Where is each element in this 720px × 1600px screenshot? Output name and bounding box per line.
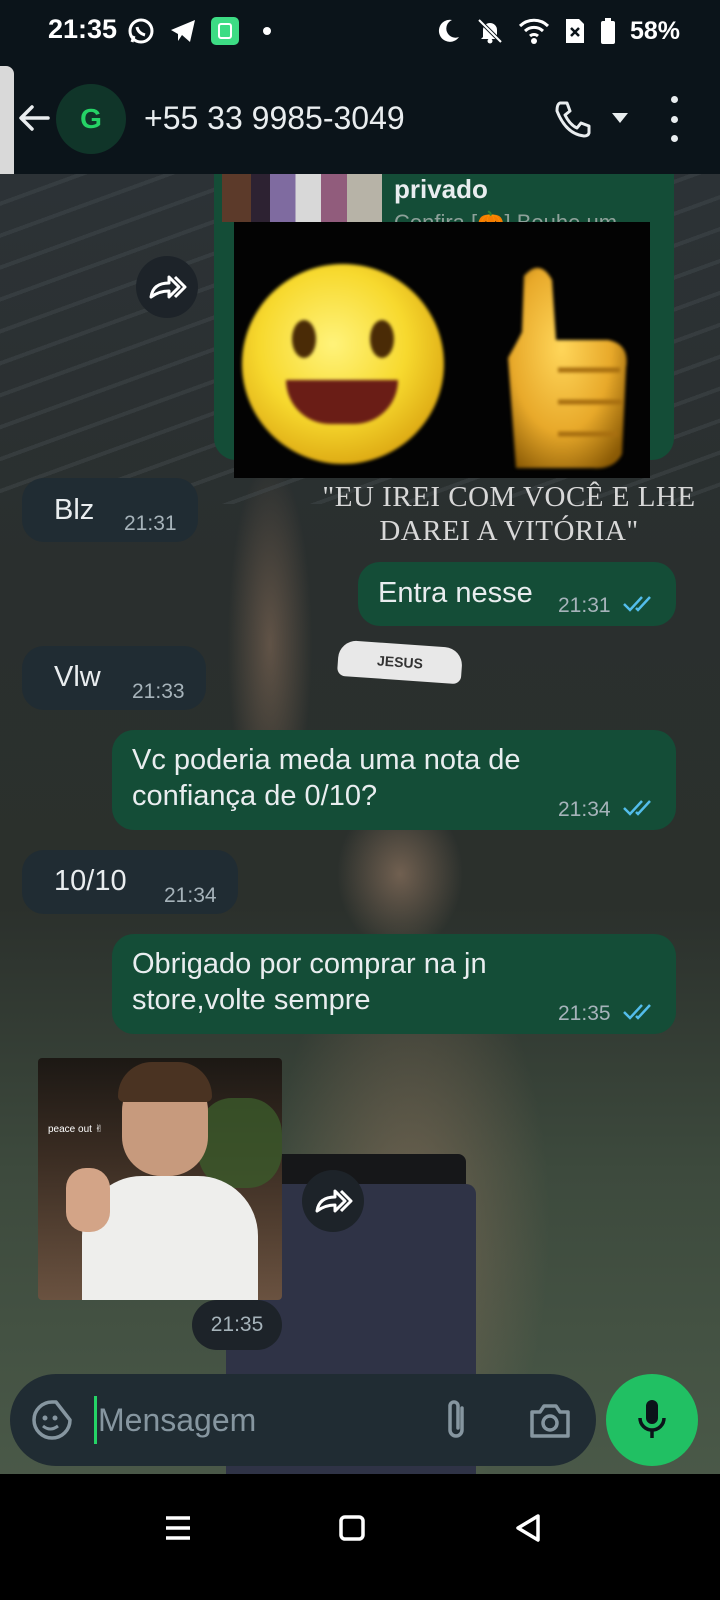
wallpaper-quote: "EU IREI COM VOCÊ E LHE DAREI A VITÓRIA" [298, 480, 720, 548]
smiley-emoji-icon [242, 264, 444, 464]
battery-icon [600, 18, 615, 44]
message-input[interactable] [98, 1388, 418, 1452]
message-text: 10/10 [54, 865, 127, 897]
message-text-line2: confiança de 0/10? [132, 780, 378, 812]
photo-peace-hand [66, 1168, 110, 1232]
microphone-icon [638, 1400, 666, 1438]
link-thumbnail [222, 174, 382, 222]
incoming-message[interactable]: Vlw 21:33 [22, 646, 206, 710]
no-sim-icon [565, 19, 584, 43]
message-time: 21:31 [124, 512, 177, 535]
message-text: Vlw [54, 661, 101, 693]
whatsapp-icon [128, 18, 154, 44]
status-time: 21:35 [48, 14, 118, 44]
sticker-emoji-icon[interactable] [30, 1398, 74, 1442]
message-text-line1: Obrigado por comprar na jn [132, 948, 487, 980]
wallpaper-headband: JESUS [336, 639, 464, 685]
outgoing-message[interactable]: Obrigado por comprar na jn store,volte s… [112, 934, 676, 1034]
message-composer [10, 1374, 596, 1466]
sticker-message[interactable] [234, 222, 650, 478]
moon-icon [438, 19, 459, 42]
message-text: Blz [54, 494, 95, 526]
microphone-button[interactable] [606, 1374, 698, 1466]
recents-icon[interactable] [156, 1506, 200, 1550]
status-bar: 21:35 58% [0, 0, 720, 66]
outgoing-message[interactable]: Entra nesse 21:31 [358, 562, 676, 626]
phone-icon[interactable] [552, 98, 594, 140]
read-receipt-icon [623, 800, 651, 816]
message-text-line2: store,volte sempre [132, 984, 371, 1016]
read-receipt-icon [623, 596, 651, 612]
image-message-time: 21:35 [192, 1300, 282, 1350]
message-time: 21:34 [164, 884, 217, 907]
read-receipt-icon [623, 1004, 651, 1020]
incoming-message[interactable]: 10/10 21:34 [22, 850, 238, 914]
contact-name[interactable]: +55 33 9985-3049 [144, 100, 405, 137]
wallpaper-quote-line2: DAREI A VITÓRIA" [379, 515, 639, 547]
forward-button[interactable] [136, 256, 198, 318]
battery-percent: 58% [629, 16, 680, 45]
message-text: Entra nesse [378, 577, 533, 609]
forward-icon [149, 275, 187, 299]
outgoing-message[interactable]: Vc poderia meda uma nota de confiança de… [112, 730, 676, 830]
chevron-down-icon[interactable] [610, 110, 630, 126]
chat-header: G +55 33 9985-3049 [0, 66, 720, 174]
message-time: 21:34 [558, 798, 611, 821]
home-icon[interactable] [330, 1506, 374, 1550]
message-time: 21:33 [132, 680, 185, 703]
message-text-line1: Vc poderia meda uma nota de [132, 744, 521, 776]
message-time: 21:35 [558, 1002, 611, 1025]
forward-icon [315, 1189, 353, 1213]
photo-plant [198, 1098, 282, 1188]
text-cursor [94, 1396, 97, 1444]
paperclip-icon[interactable] [438, 1396, 474, 1444]
photo-hair [118, 1062, 212, 1102]
notification-icons [126, 14, 282, 48]
bell-off-icon [477, 18, 503, 44]
back-arrow-icon[interactable] [14, 98, 54, 138]
telegram-icon [171, 20, 195, 42]
back-icon[interactable] [506, 1506, 550, 1550]
system-icons: 58% [434, 14, 680, 48]
wifi-icon [518, 18, 550, 44]
incoming-message[interactable]: Blz 21:31 [22, 478, 198, 542]
more-options-icon[interactable] [664, 96, 684, 142]
dot-icon [263, 27, 271, 35]
forward-button[interactable] [302, 1170, 364, 1232]
thumbs-up-emoji-icon [508, 267, 627, 469]
system-navigation-bar [0, 1474, 720, 1600]
link-title: privado [394, 174, 488, 204]
avatar[interactable]: G [56, 84, 126, 154]
camera-icon[interactable] [528, 1400, 572, 1440]
message-time: 21:31 [558, 594, 611, 617]
wallpaper-quote-line1: "EU IREI COM VOCÊ E LHE [322, 481, 696, 513]
app-icon [211, 17, 239, 45]
photo-caption: peace out ✌ [48, 1124, 104, 1135]
image-message[interactable]: peace out ✌ [38, 1058, 282, 1300]
